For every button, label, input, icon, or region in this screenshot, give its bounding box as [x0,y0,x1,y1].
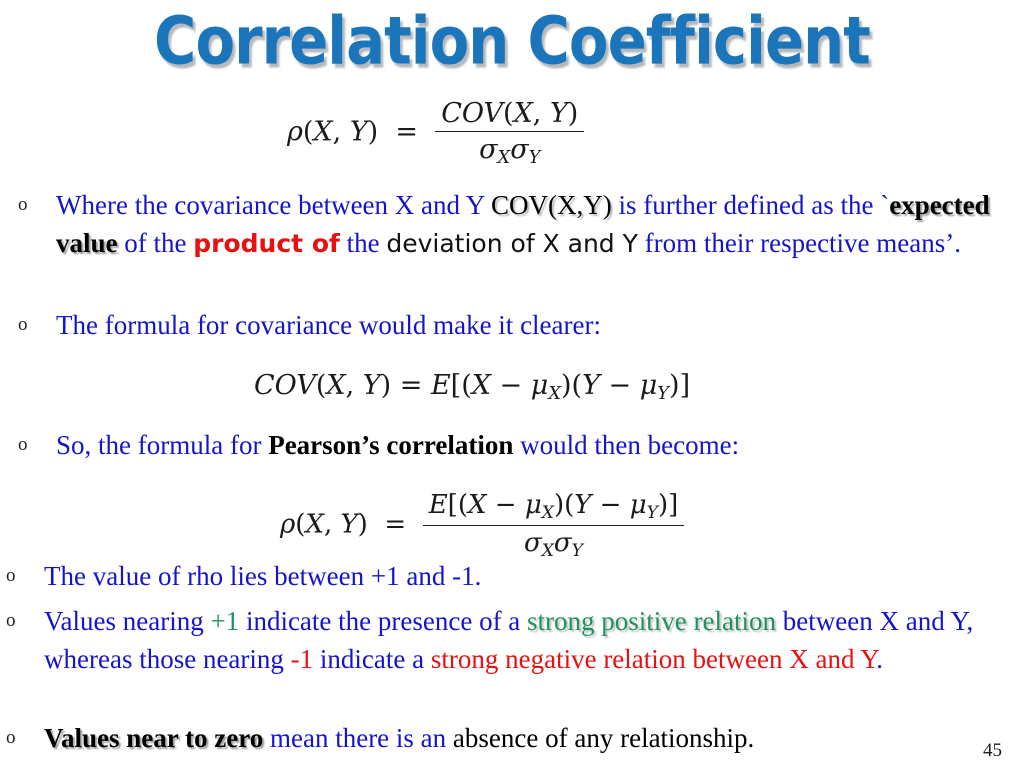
bullet-marker: o [6,565,16,586]
bullet-text-1: Where the covariance between X and Y COV… [56,186,1008,263]
bullet-item-5: o Values nearing +1 indicate the presenc… [6,602,1006,678]
bullet-item-3: o So, the formula for Pearson’s correlat… [18,426,988,464]
slide-title: Correlation Coefficient [154,2,871,80]
run-where-covariance: Where the covariance between X and Y [56,190,492,220]
page-number: 45 [983,740,1002,761]
run-mean-there-is-an: mean there is an [263,723,453,753]
bullet-marker: o [18,314,28,335]
bullet-text-4: The value of rho lies between +1 and -1. [44,561,482,591]
run-values-near-to-zero: Values near to zero [44,723,264,753]
run-so-the-formula: So, the formula for [56,430,269,460]
run-pearsons-correlation: Pearson’s correlation [268,430,514,460]
bullet-marker: o [6,610,16,631]
run-strong-negative-relation: strong negative relation between X and Y [430,644,877,674]
bullet-item-1: o Where the covariance between X and Y C… [18,186,1008,263]
run-is-further-defined: is further defined as [611,190,841,220]
bullet-text-2: The formula for covariance would make it… [56,310,601,340]
run-absence-of-relationship: absence of any relationship. [452,723,755,753]
bullet-text-3: So, the formula for Pearson’s correlatio… [56,426,988,464]
run-the-backtick: the ` [840,190,890,220]
formula-rho-covariance: ρ(X, Y) = COV(X, Y) σXσY [287,98,585,168]
run-cov-xy: COV(X,Y) [491,190,612,220]
run-period: . [876,644,883,674]
run-plus-one: +1 [210,606,240,636]
run-would-then-become: would then become: [513,430,740,460]
run-minus-one: -1 [290,644,314,674]
bullet-text-6: Values near to zero mean there is an abs… [44,719,1006,757]
run-of-the: of the [117,228,194,258]
run-the: the [339,228,387,258]
run-strong-positive-relation: strong positive relation [527,606,777,636]
bullet-text-5: Values nearing +1 indicate the presence … [44,602,1006,678]
bullet-item-2: o The formula for covariance would make … [18,306,988,344]
run-indicate-a: indicate a [313,644,431,674]
bullet-item-4: o The value of rho lies between +1 and -… [6,557,996,595]
formula-covariance: COV(X, Y) = E[(X − μX)(Y − μY)] [254,370,691,404]
run-from-their-means: from their respective means’. [637,228,962,258]
bullet-marker: o [18,194,28,215]
formula-pearson-correlation: ρ(X, Y) = E[(X − μX)(Y − μY)] σXσY [280,490,685,561]
bullet-marker: o [6,727,16,748]
bullet-marker: o [18,434,28,455]
run-values-nearing: Values nearing [44,606,211,636]
run-deviation-of-x-and-y: deviation of X and Y [386,229,638,258]
run-product-of: product of [193,229,340,258]
run-indicate-presence: indicate the presence of a [239,606,528,636]
bullet-item-6: o Values near to zero mean there is an a… [6,719,1006,757]
